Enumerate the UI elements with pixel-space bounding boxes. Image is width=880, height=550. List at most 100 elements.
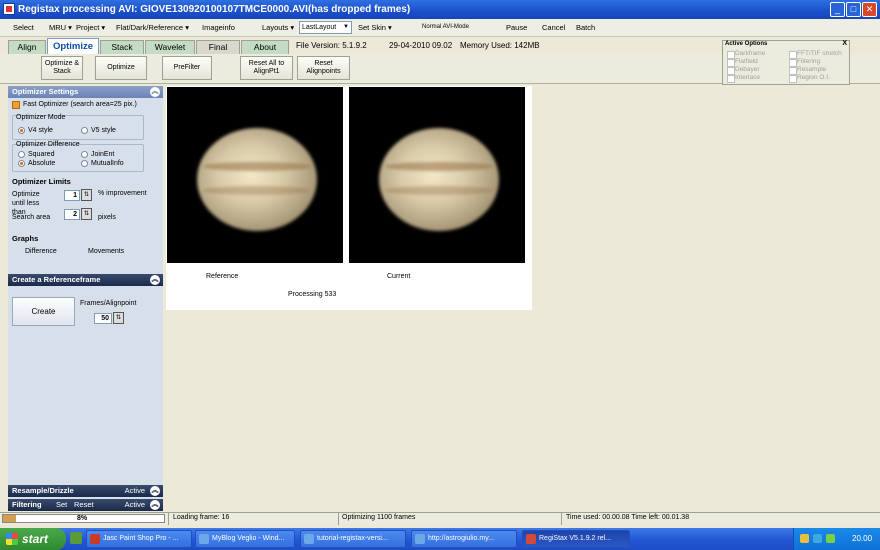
task-myblog[interactable]: MyBlog Veglio - Wind... xyxy=(195,530,295,548)
reference-planet xyxy=(197,128,317,231)
layout-select[interactable]: LastLayout ▼ xyxy=(299,21,352,34)
optimizer-difference-group xyxy=(12,144,144,172)
windows-logo-icon xyxy=(6,533,18,545)
current-label: Current xyxy=(387,273,411,280)
opt-fft-stretch[interactable]: FFT/TIF stretch xyxy=(789,50,842,59)
planet-band xyxy=(203,162,311,171)
v4-style-radio[interactable] xyxy=(18,127,25,134)
ie-icon xyxy=(199,534,209,544)
registax-icon xyxy=(526,534,536,544)
tab-about[interactable]: About xyxy=(241,40,289,54)
menu-set-skin[interactable]: Set Skin ▾ xyxy=(358,23,392,32)
menu-mru[interactable]: MRU ▾ xyxy=(49,23,72,32)
menu-project[interactable]: Project ▾ xyxy=(76,23,105,32)
create-button[interactable]: Create xyxy=(12,297,75,326)
fast-optimizer-checkbox[interactable] xyxy=(12,101,20,109)
planet-band xyxy=(385,162,493,171)
progress-percent: 8% xyxy=(77,515,88,522)
opt-debayer[interactable]: Debayer xyxy=(727,66,760,75)
menu-bar: Select MRU ▾ Project ▾ Flat/Dark/Referen… xyxy=(0,19,880,37)
tab-wavelet[interactable]: Wavelet xyxy=(145,40,195,54)
tab-optimize[interactable]: Optimize xyxy=(47,38,99,54)
menu-imageinfo[interactable]: Imageinfo xyxy=(202,23,235,32)
filtering-header[interactable]: Filtering Set Reset Active ︽ xyxy=(8,499,163,511)
opt-darkframe[interactable]: Darkframe xyxy=(727,50,765,59)
search-area-input[interactable]: 2 xyxy=(64,209,80,220)
window-title: Registax processing AVI: GIOVE1309201001… xyxy=(18,4,411,15)
absolute-radio[interactable] xyxy=(18,160,25,167)
prefilter-button[interactable]: PreFilter xyxy=(162,56,212,80)
tab-final[interactable]: Final xyxy=(196,40,240,54)
opt-interlace[interactable]: Interlace xyxy=(727,74,760,83)
status-divider xyxy=(561,513,562,525)
active-options-title: Active Options xyxy=(725,41,768,47)
search-area-label: Search area xyxy=(12,214,51,221)
optimize-until-input[interactable]: 1 xyxy=(64,190,80,201)
mutualinfo-radio[interactable] xyxy=(81,160,88,167)
task-registax[interactable]: RegiStax V5.1.9.2 rel... xyxy=(522,530,630,548)
chevron-up-icon[interactable]: ︽ xyxy=(150,486,160,496)
task-paint-shop-pro[interactable]: Jasc Paint Shop Pro - ... xyxy=(86,530,192,548)
menu-layouts[interactable]: Layouts ▾ xyxy=(262,23,294,32)
tray-icon[interactable] xyxy=(826,534,835,543)
chevron-up-icon[interactable]: ︽ xyxy=(150,87,160,97)
search-area-spinner[interactable]: ⇅ xyxy=(81,208,92,220)
batch-button[interactable]: Batch xyxy=(576,23,595,32)
tray-icon[interactable] xyxy=(813,534,822,543)
filtering-set-button[interactable]: Set xyxy=(56,499,67,511)
optimizer-settings-header[interactable]: Optimizer Settings ︽ xyxy=(8,86,163,98)
frames-alignpoint-spinner[interactable]: ⇅ xyxy=(113,312,124,324)
status-divider xyxy=(168,513,169,525)
close-button[interactable]: ✕ xyxy=(862,2,877,17)
pause-button[interactable]: Pause xyxy=(506,23,527,32)
opt-resample[interactable]: Resample xyxy=(789,66,826,75)
quicklaunch-icon[interactable] xyxy=(70,532,82,544)
opt-filtering[interactable]: Filtering xyxy=(789,58,820,67)
chevron-up-icon[interactable]: ︽ xyxy=(150,500,160,510)
task-astrogiulio[interactable]: http://astrogiulio.my... xyxy=(411,530,517,548)
app-icon xyxy=(3,3,15,15)
progress-fill xyxy=(3,515,16,522)
create-referenceframe-header[interactable]: Create a Referenceframe ︽ xyxy=(8,274,163,286)
task-tutorial[interactable]: tutorial-registax-versi... xyxy=(300,530,406,548)
frames-alignpoint-input[interactable]: 50 xyxy=(94,313,112,324)
chevron-down-icon: ▼ xyxy=(343,24,349,30)
menu-select[interactable]: Select xyxy=(13,23,34,32)
filtering-reset-button[interactable]: Reset xyxy=(74,499,94,511)
joinent-radio[interactable] xyxy=(81,151,88,158)
maximize-button[interactable]: □ xyxy=(846,2,861,17)
opt-region-oi[interactable]: Region O.I. xyxy=(789,74,830,83)
reset-alignpoints-button[interactable]: Reset Alignpoints xyxy=(297,56,350,80)
difference-graph-option[interactable]: Difference xyxy=(25,248,57,255)
task-label: RegiStax V5.1.9.2 rel... xyxy=(539,535,611,542)
squared-radio[interactable] xyxy=(18,151,25,158)
optimize-until-label: Optimize until less than xyxy=(12,191,40,216)
active-options-close[interactable]: X xyxy=(842,40,847,47)
processing-label: Processing 533 xyxy=(288,291,337,298)
tab-stack[interactable]: Stack xyxy=(100,40,144,54)
planet-band xyxy=(385,186,493,195)
optimize-button[interactable]: Optimize xyxy=(95,56,147,80)
graphs-heading: Graphs xyxy=(12,234,39,243)
opt-flatfield[interactable]: Flatfield xyxy=(727,58,758,67)
task-label: MyBlog Veglio - Wind... xyxy=(212,535,285,542)
tab-align[interactable]: Align xyxy=(8,40,46,54)
tray-icon[interactable] xyxy=(800,534,809,543)
chevron-up-icon[interactable]: ︽ xyxy=(150,275,160,285)
movements-graph-option[interactable]: Movements xyxy=(88,248,124,255)
resample-drizzle-header[interactable]: Resample/Drizzle Active ︽ xyxy=(8,485,163,497)
optimize-until-spinner[interactable]: ⇅ xyxy=(81,189,92,201)
reset-all-button[interactable]: Reset All to AlignPt1 xyxy=(240,56,293,80)
normal-avi-mode-button[interactable]: Normal AVI-Mode xyxy=(422,24,469,30)
frames-alignpoint-label: Frames/Alignpoint xyxy=(80,300,137,307)
minimize-button[interactable]: _ xyxy=(830,2,845,17)
system-tray: 20.00 xyxy=(793,528,880,550)
cancel-button[interactable]: Cancel xyxy=(542,23,565,32)
memory-used: Memory Used: 142MB xyxy=(460,41,540,50)
title-bar: Registax processing AVI: GIOVE1309201001… xyxy=(0,0,880,19)
v5-style-radio[interactable] xyxy=(81,127,88,134)
start-label: start xyxy=(22,532,49,546)
absolute-label: Absolute xyxy=(28,160,56,167)
menu-flat-dark-reference[interactable]: Flat/Dark/Reference ▾ xyxy=(116,23,189,32)
optimize-and-stack-button[interactable]: Optimize & Stack xyxy=(41,56,83,80)
